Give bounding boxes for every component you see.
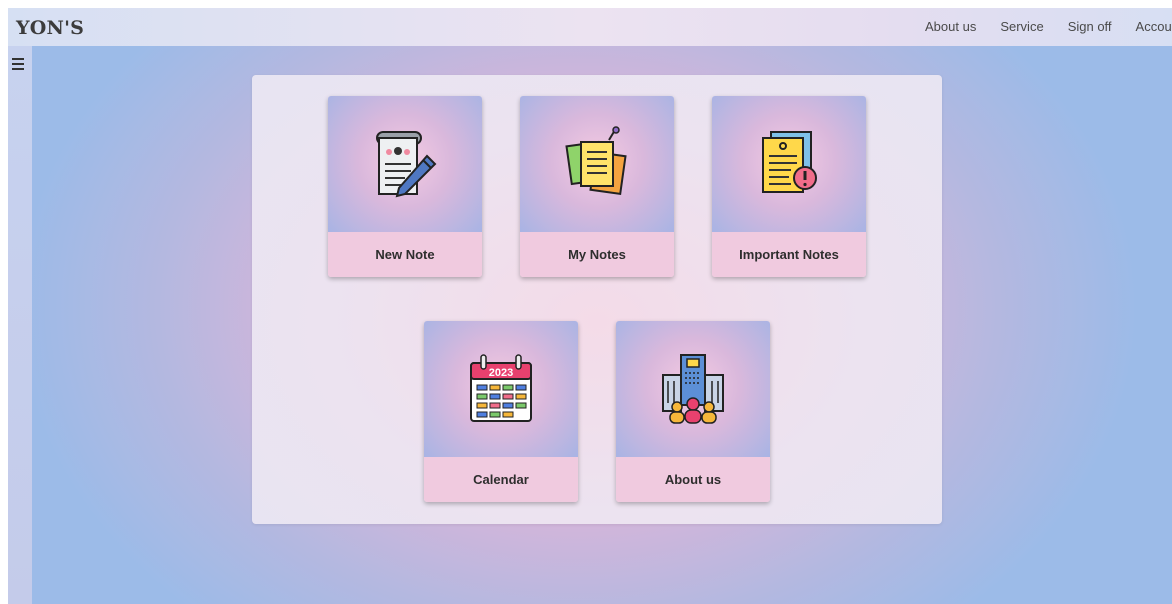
- card-important-notes[interactable]: Important Notes: [712, 96, 866, 277]
- calendar-year: 2023: [489, 367, 513, 379]
- scroll-pencil-icon: [376, 131, 437, 198]
- card-my-notes[interactable]: My Notes: [520, 96, 674, 277]
- card-label: My Notes: [520, 232, 674, 277]
- card-label: About us: [616, 457, 770, 502]
- nav-account[interactable]: Account: [1136, 19, 1172, 34]
- top-navbar: YON'S About us Service Sign off Account: [8, 8, 1172, 46]
- nav-about-us[interactable]: About us: [925, 19, 976, 34]
- important-document-icon: [762, 131, 817, 193]
- card-new-note[interactable]: New Note: [328, 96, 482, 277]
- calendar-icon: 2023: [470, 354, 532, 422]
- nav-links: About us Service Sign off Account: [925, 19, 1172, 34]
- nav-service[interactable]: Service: [1000, 19, 1043, 34]
- hamburger-menu-icon[interactable]: [12, 58, 24, 73]
- card-label: Important Notes: [712, 232, 866, 277]
- card-about-us[interactable]: About us: [616, 321, 770, 502]
- sticky-notes-icon: [565, 126, 627, 196]
- sidebar: [8, 46, 32, 604]
- brand-logo[interactable]: YON'S: [16, 17, 84, 39]
- card-label: New Note: [328, 232, 482, 277]
- dashboard-panel: New Note My Notes Important Notes 2023 C…: [252, 75, 942, 524]
- app-window: YON'S About us Service Sign off Account: [8, 8, 1172, 604]
- card-label: Calendar: [424, 457, 578, 502]
- card-calendar[interactable]: 2023 Calendar: [424, 321, 578, 502]
- nav-sign-off[interactable]: Sign off: [1068, 19, 1112, 34]
- building-people-icon: [662, 354, 724, 424]
